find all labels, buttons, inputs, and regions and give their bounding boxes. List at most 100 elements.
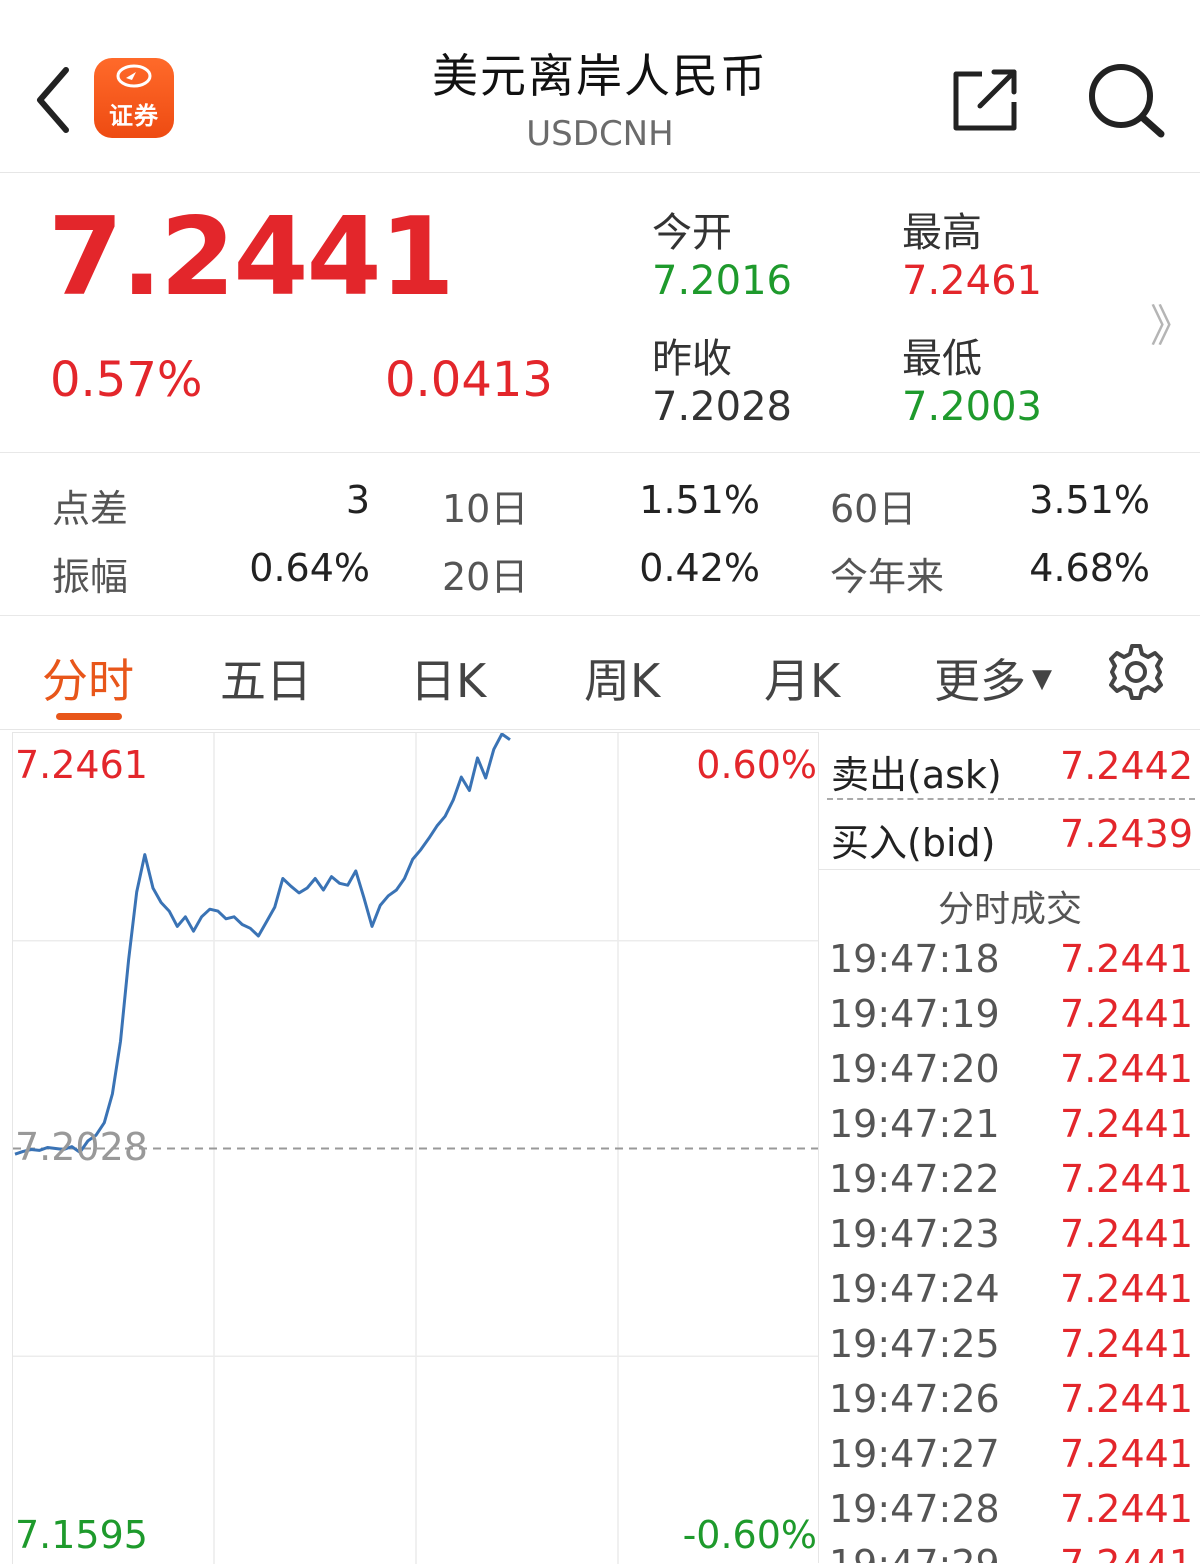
low-label: 最低 <box>902 336 982 382</box>
trade-time: 19:47:29 <box>829 1542 1000 1563</box>
trade-row: 19:47:19 7.2441 <box>819 992 1200 1047</box>
app-logo[interactable]: 证券 <box>94 58 174 138</box>
metric-label-amplitude: 振幅 <box>52 555 129 599</box>
metric-label-spread: 点差 <box>52 487 129 531</box>
logo-mark-icon <box>116 64 152 88</box>
tab-daily-k[interactable]: 日K <box>410 645 486 711</box>
divider <box>0 452 1200 453</box>
trade-row: 19:47:25 7.2441 <box>819 1322 1200 1377</box>
orderbook-divider <box>827 798 1195 800</box>
trade-row: 19:47:24 7.2441 <box>819 1267 1200 1322</box>
low-value: 7.2003 <box>902 384 1042 430</box>
settings-button[interactable] <box>1106 642 1166 702</box>
change-percent: 0.57% <box>50 352 203 408</box>
metric-label-60d: 60日 <box>830 487 917 531</box>
trade-time: 19:47:19 <box>829 992 1000 1036</box>
ask-label: 卖出(ask) <box>831 753 1002 797</box>
trade-price: 7.2441 <box>1060 1432 1193 1476</box>
metric-label-10d: 10日 <box>442 487 529 531</box>
trade-price: 7.2441 <box>1060 1102 1193 1146</box>
quote-side-panel: 卖出(ask) 7.2442 买入(bid) 7.2439 分时成交 19:47… <box>818 732 1200 1563</box>
trade-price: 7.2441 <box>1060 1157 1193 1201</box>
pct-min-label: -0.60% <box>682 1513 817 1557</box>
trade-row: 19:47:22 7.2441 <box>819 1157 1200 1212</box>
metric-value-spread: 3 <box>345 478 370 522</box>
trade-row: 19:47:28 7.2441 <box>819 1487 1200 1542</box>
bid-value: 7.2439 <box>1060 812 1193 856</box>
trade-time: 19:47:25 <box>829 1322 1000 1366</box>
y-min-label: 7.1595 <box>15 1513 148 1557</box>
page-subtitle: USDCNH <box>526 114 674 154</box>
divider <box>819 869 1200 870</box>
trade-price: 7.2441 <box>1060 1487 1193 1531</box>
y-mid-label: 7.2028 <box>15 1125 148 1169</box>
metric-value-60d: 3.51% <box>1029 478 1150 522</box>
metric-label-20d: 20日 <box>442 555 529 599</box>
trade-time: 19:47:24 <box>829 1267 1000 1311</box>
open-label: 今开 <box>652 210 732 256</box>
trade-price: 7.2441 <box>1060 1542 1193 1563</box>
expand-details-icon[interactable]: 》 <box>1150 290 1194 354</box>
logo-text: 证券 <box>109 102 159 130</box>
page-title: 美元离岸人民币 <box>432 49 768 103</box>
tab-monthly-k[interactable]: 月K <box>764 645 840 711</box>
share-icon <box>953 69 1017 131</box>
trade-row: 19:47:21 7.2441 <box>819 1102 1200 1157</box>
price-line <box>14 733 511 1156</box>
prev-close-label: 昨收 <box>652 336 732 382</box>
divider <box>0 729 1200 730</box>
metric-value-10d: 1.51% <box>639 478 760 522</box>
prev-close-value: 7.2028 <box>652 384 792 430</box>
tab-weekly-k[interactable]: 周K <box>584 645 660 711</box>
trade-time: 19:47:18 <box>829 937 1000 981</box>
trade-price: 7.2441 <box>1060 937 1193 981</box>
trade-time: 19:47:27 <box>829 1432 1000 1476</box>
caret-down-icon: ▼ <box>1032 664 1052 694</box>
trade-row: 19:47:20 7.2441 <box>819 1047 1200 1102</box>
trade-row: 19:47:26 7.2441 <box>819 1377 1200 1432</box>
header-bar: 证券 美元离岸人民币 USDCNH <box>0 0 1200 173</box>
trade-row: 19:47:18 7.2441 <box>819 937 1200 992</box>
trade-time: 19:47:21 <box>829 1102 1000 1146</box>
tab-more-label: 更多 <box>934 654 1026 708</box>
trade-row: 19:47:29 7.2441 <box>819 1542 1200 1563</box>
trade-price: 7.2441 <box>1060 992 1193 1036</box>
trade-time: 19:47:20 <box>829 1047 1000 1091</box>
metric-label-ytd: 今年来 <box>830 555 945 599</box>
active-tab-indicator <box>56 713 122 720</box>
trades-title: 分时成交 <box>937 889 1082 930</box>
last-price: 7.2441 <box>48 195 455 320</box>
share-button[interactable] <box>950 66 1022 134</box>
high-label: 最高 <box>902 210 982 256</box>
tab-intraday[interactable]: 分时 <box>42 645 134 711</box>
chevron-left-icon <box>37 67 69 133</box>
trade-time: 19:47:23 <box>829 1212 1000 1256</box>
trade-row: 19:47:23 7.2441 <box>819 1212 1200 1267</box>
gear-icon <box>1109 644 1163 700</box>
y-max-label: 7.2461 <box>15 743 148 787</box>
search-button[interactable] <box>1085 60 1167 142</box>
search-icon <box>1089 64 1165 138</box>
metric-value-ytd: 4.68% <box>1029 546 1150 590</box>
tab-more[interactable]: 更多 ▼ <box>934 645 1052 711</box>
metric-value-amplitude: 0.64% <box>249 546 370 590</box>
trade-price: 7.2441 <box>1060 1212 1193 1256</box>
open-value: 7.2016 <box>652 258 792 304</box>
back-button[interactable] <box>30 62 80 138</box>
pct-max-label: 0.60% <box>696 743 817 787</box>
trade-time: 19:47:22 <box>829 1157 1000 1201</box>
metric-value-20d: 0.42% <box>639 546 760 590</box>
trade-price: 7.2441 <box>1060 1377 1193 1421</box>
trade-time: 19:47:28 <box>829 1487 1000 1531</box>
trade-price: 7.2441 <box>1060 1267 1193 1311</box>
trades-list[interactable]: 19:47:18 7.2441 19:47:19 7.2441 19:47:20 7.24… <box>819 937 1200 1563</box>
change-amount: 0.0413 <box>385 352 553 408</box>
divider <box>0 615 1200 616</box>
tab-five-day[interactable]: 五日 <box>220 645 312 711</box>
trade-price: 7.2441 <box>1060 1047 1193 1091</box>
trade-price: 7.2441 <box>1060 1322 1193 1366</box>
intraday-chart[interactable]: 7.2461 7.2028 7.1595 0.60% -0.60% <box>12 732 819 1564</box>
bid-label: 买入(bid) <box>831 821 996 865</box>
trade-time: 19:47:26 <box>829 1377 1000 1421</box>
ask-value: 7.2442 <box>1060 744 1193 788</box>
